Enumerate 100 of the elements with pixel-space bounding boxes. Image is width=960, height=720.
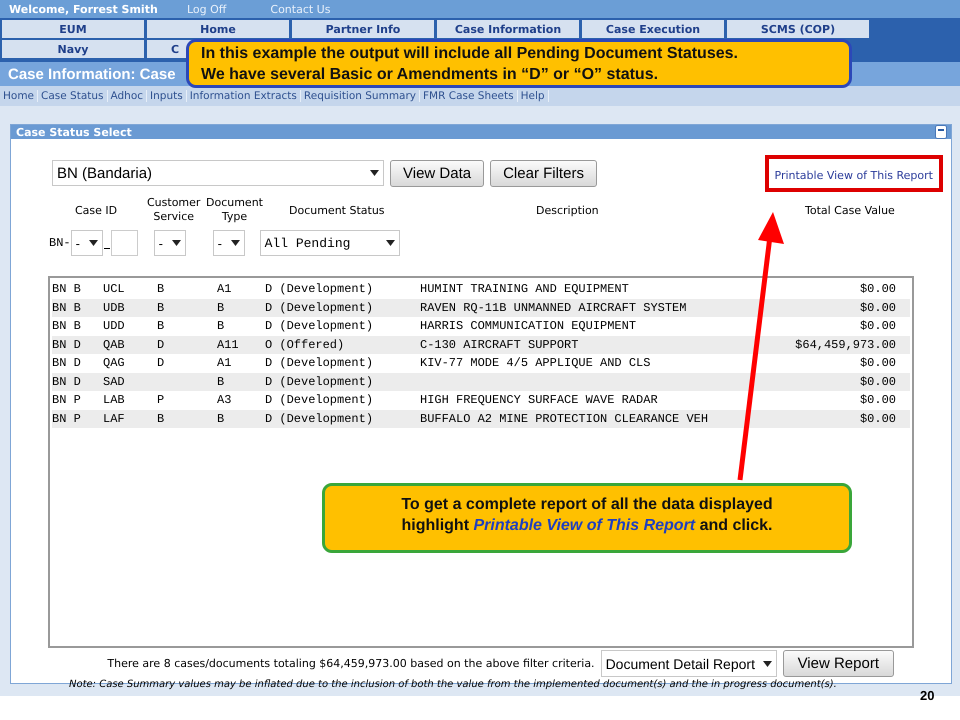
nav-button[interactable]: Partner Info bbox=[292, 20, 434, 38]
table-cell: RAVEN RQ-11B UNMANNED AIRCRAFT SYSTEM bbox=[420, 300, 686, 315]
nav-button[interactable]: SCMS (COP) bbox=[727, 20, 869, 38]
table-cell: BUFFALO A2 MINE PROTECTION CLEARANCE VEH bbox=[420, 412, 708, 426]
table-cell-text: $0.00 bbox=[858, 412, 897, 426]
table-cell-text: O (Offered) bbox=[265, 338, 346, 352]
column-header: Case ID bbox=[75, 204, 118, 218]
nav-button[interactable]: Case Execution bbox=[582, 20, 724, 38]
welcome-text: Welcome, Forrest Smith bbox=[9, 2, 159, 16]
table-cell: KIV-77 MODE 4/5 APPLIQUE AND CLS bbox=[420, 356, 650, 370]
table-cell-text: $0.00 bbox=[858, 374, 897, 389]
menu-tab[interactable]: Help bbox=[518, 90, 549, 102]
table-cell-text: B bbox=[217, 374, 226, 389]
caret-icon bbox=[88, 240, 98, 246]
table-cell: B bbox=[157, 319, 164, 334]
table-cell-text: BN B bbox=[52, 319, 82, 334]
table-cell-text: BN B bbox=[52, 300, 82, 315]
caret-icon bbox=[386, 240, 395, 246]
table-cell-text: UDD bbox=[103, 319, 126, 334]
menu-tab[interactable]: Case Status bbox=[38, 90, 108, 102]
table-cell-text: $0.00 bbox=[858, 356, 897, 370]
table-cell-text: D (Development) bbox=[265, 412, 374, 426]
table-cell-text: BN D bbox=[52, 338, 82, 352]
column-header: Document Type bbox=[206, 196, 263, 224]
menu-tab[interactable]: Information Extracts bbox=[186, 90, 301, 102]
table-cell-text: BN D bbox=[52, 374, 82, 389]
callout-tooltip: To get a complete report of all the data displayed highlight Printable View of This Report and click. bbox=[322, 483, 852, 553]
table-cell: HARRIS COMMUNICATION EQUIPMENT bbox=[420, 319, 636, 334]
column-header: Document Status bbox=[289, 204, 385, 218]
column-header: Customer Service bbox=[147, 196, 200, 224]
table-cell: D bbox=[157, 338, 164, 352]
table-cell-text: BN B bbox=[52, 282, 82, 296]
case-input-field[interactable] bbox=[110, 230, 138, 256]
panel-title: Case Status Select bbox=[16, 126, 132, 138]
slide-number: 20 bbox=[920, 688, 934, 703]
table-cell-text: LAF bbox=[103, 412, 126, 426]
table-cell-text: A1 bbox=[217, 356, 232, 370]
table-cell-text: B bbox=[217, 412, 226, 426]
table-cell-text: QAG bbox=[103, 356, 126, 370]
menu-tab[interactable]: Home bbox=[0, 90, 38, 102]
caret-icon bbox=[172, 240, 181, 246]
menu-tab[interactable]: Adhoc bbox=[108, 90, 148, 102]
nav-button[interactable]: Home bbox=[147, 20, 289, 38]
nav-button[interactable]: Navy bbox=[2, 40, 144, 58]
table-cell-text: D (Development) bbox=[265, 319, 374, 334]
menu-tab[interactable]: Requisition Summary bbox=[300, 90, 420, 102]
type-dropdown[interactable]: - bbox=[212, 230, 245, 256]
table-cell: HIGH FREQUENCY SURFACE WAVE RADAR bbox=[420, 393, 658, 408]
summary-text: There are 8 cases/documents totaling $64,459,973.00 based on the above filter criteria. bbox=[107, 657, 595, 670]
callout-tooltip: In this example the output will include all Pending Document Statuses. We have several Basic or Amendments in “D” or “O” status. bbox=[186, 39, 852, 88]
table-cell-text: D (Development) bbox=[265, 356, 374, 370]
table-cell-text: D (Development) bbox=[265, 374, 374, 389]
table-cell-text: B bbox=[217, 319, 226, 334]
page-title: Case Information: Case bbox=[8, 66, 176, 82]
table-cell-text: $64,459,973.00 bbox=[794, 338, 897, 352]
case-dropdown[interactable]: - bbox=[70, 230, 103, 256]
service-dropdown[interactable]: - bbox=[154, 230, 186, 256]
table-cell: D bbox=[157, 356, 164, 370]
table-cell-text: $0.00 bbox=[858, 300, 897, 315]
nav-button[interactable]: Case Information bbox=[437, 20, 579, 38]
table-cell-text: A3 bbox=[217, 393, 232, 408]
minimize-icon[interactable] bbox=[935, 125, 947, 139]
table-cell-text: D (Development) bbox=[265, 282, 374, 296]
table-cell-text: $0.00 bbox=[858, 282, 897, 296]
table-cell: C-130 AIRCRAFT SUPPORT bbox=[420, 338, 578, 352]
table-cell: B bbox=[157, 300, 164, 315]
case-prefix: BN- bbox=[49, 236, 71, 250]
table-cell-text: A1 bbox=[217, 282, 232, 296]
note-text: Note: Case Summary values may be inflated due to the inclusion of both the value from the implemented document(s) and the in progress document(s). bbox=[69, 679, 838, 690]
table-cell-text: SAD bbox=[103, 374, 126, 389]
table-cell: HUMINT TRAINING AND EQUIPMENT bbox=[420, 282, 629, 296]
filter-button[interactable]: View Data bbox=[390, 160, 484, 186]
table-cell-text: D (Development) bbox=[265, 300, 374, 315]
table-cell: B bbox=[157, 412, 164, 426]
menu-tab[interactable]: Inputs bbox=[147, 90, 187, 102]
caret-icon bbox=[370, 170, 379, 176]
table-cell-text: BN D bbox=[52, 356, 82, 370]
printable-view-link[interactable]: Printable View of This Report bbox=[774, 168, 933, 182]
table-cell: P bbox=[157, 393, 164, 408]
table-cell-text: A11 bbox=[217, 338, 240, 352]
caret-icon bbox=[230, 240, 240, 246]
status-dropdown[interactable]: All Pending bbox=[260, 230, 400, 256]
menu-tab[interactable]: FMR Case Sheets bbox=[420, 90, 518, 102]
table-cell: B bbox=[157, 282, 164, 296]
caret-icon bbox=[762, 660, 772, 666]
nav-button[interactable]: EUM bbox=[2, 20, 144, 38]
view-report-button[interactable]: View Report bbox=[782, 650, 894, 677]
table-cell-text: B bbox=[217, 300, 226, 315]
table-cell-text: $0.00 bbox=[858, 319, 897, 334]
table-cell-text: BN P bbox=[52, 393, 82, 408]
table-cell-text: LAB bbox=[103, 393, 126, 408]
table-cell-text: UDB bbox=[103, 300, 126, 315]
table-cell-text: QAB bbox=[103, 338, 126, 352]
filter-button[interactable]: Clear Filters bbox=[490, 160, 597, 186]
table-cell-text: $0.00 bbox=[858, 393, 897, 408]
table-cell-text: UCL bbox=[103, 282, 126, 296]
country-dropdown[interactable]: BN (Bandaria) bbox=[52, 160, 384, 186]
column-header: Description bbox=[536, 204, 599, 218]
table-cell-text: D (Development) bbox=[265, 393, 374, 408]
report-dropdown[interactable]: Document Detail Report bbox=[600, 650, 777, 677]
